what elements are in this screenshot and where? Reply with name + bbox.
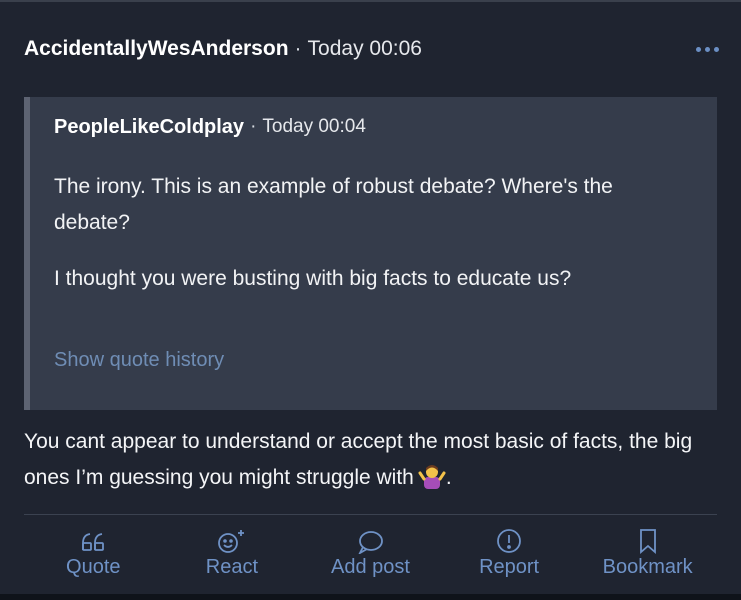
quote-block: PeopleLikeColdplay · Today 00:04 The iro… [24,97,717,410]
quote-label: Quote [66,556,121,578]
react-label: React [205,556,259,578]
alert-circle-icon [496,524,522,554]
quote-button[interactable]: Quote [24,524,163,584]
quote-header: PeopleLikeColdplay · Today 00:04 [54,111,366,143]
bookmark-label: Bookmark [602,556,693,578]
add-post-button[interactable]: Add post [301,524,440,584]
actions-divider [24,514,717,515]
post-header: AccidentallyWesAnderson · Today 00:06 [24,32,721,66]
react-button[interactable]: React [163,524,302,584]
post-body: You cant appear to understand or accept … [24,424,724,496]
show-quote-history-link[interactable]: Show quote history [54,349,224,372]
quote-paragraph: I thought you were busting with big fact… [54,267,572,290]
quote-separator: · [250,116,257,137]
bottom-strip [0,594,741,600]
speech-bubble-icon [356,524,384,554]
quote-body: The irony. This is an example of robust … [54,169,694,297]
post-body-end: . [445,466,452,489]
post-timestamp[interactable]: Today 00:06 [308,37,422,61]
quote-author[interactable]: PeopleLikeColdplay [54,116,244,139]
post-card: AccidentallyWesAnderson · Today 00:06 Pe… [0,0,741,600]
post-author[interactable]: AccidentallyWesAnderson [24,37,289,61]
quote-timestamp: Today 00:04 [262,116,366,137]
report-button[interactable]: Report [440,524,579,584]
ellipsis-icon[interactable] [696,32,719,66]
quote-paragraph: The irony. This is an example of robust … [54,175,613,234]
bookmark-icon [637,524,659,554]
person-shrugging-emoji-icon [418,463,446,489]
post-actions-bar: Quote React Add post Report Bookmark [24,524,717,584]
quote-icon [80,524,106,554]
report-label: Report [479,556,540,578]
header-separator: · [294,37,302,60]
add-post-label: Add post [331,556,410,578]
post-body-text: You cant appear to understand or accept … [24,430,693,489]
react-smiley-plus-icon [217,524,247,554]
bookmark-button[interactable]: Bookmark [578,524,717,584]
